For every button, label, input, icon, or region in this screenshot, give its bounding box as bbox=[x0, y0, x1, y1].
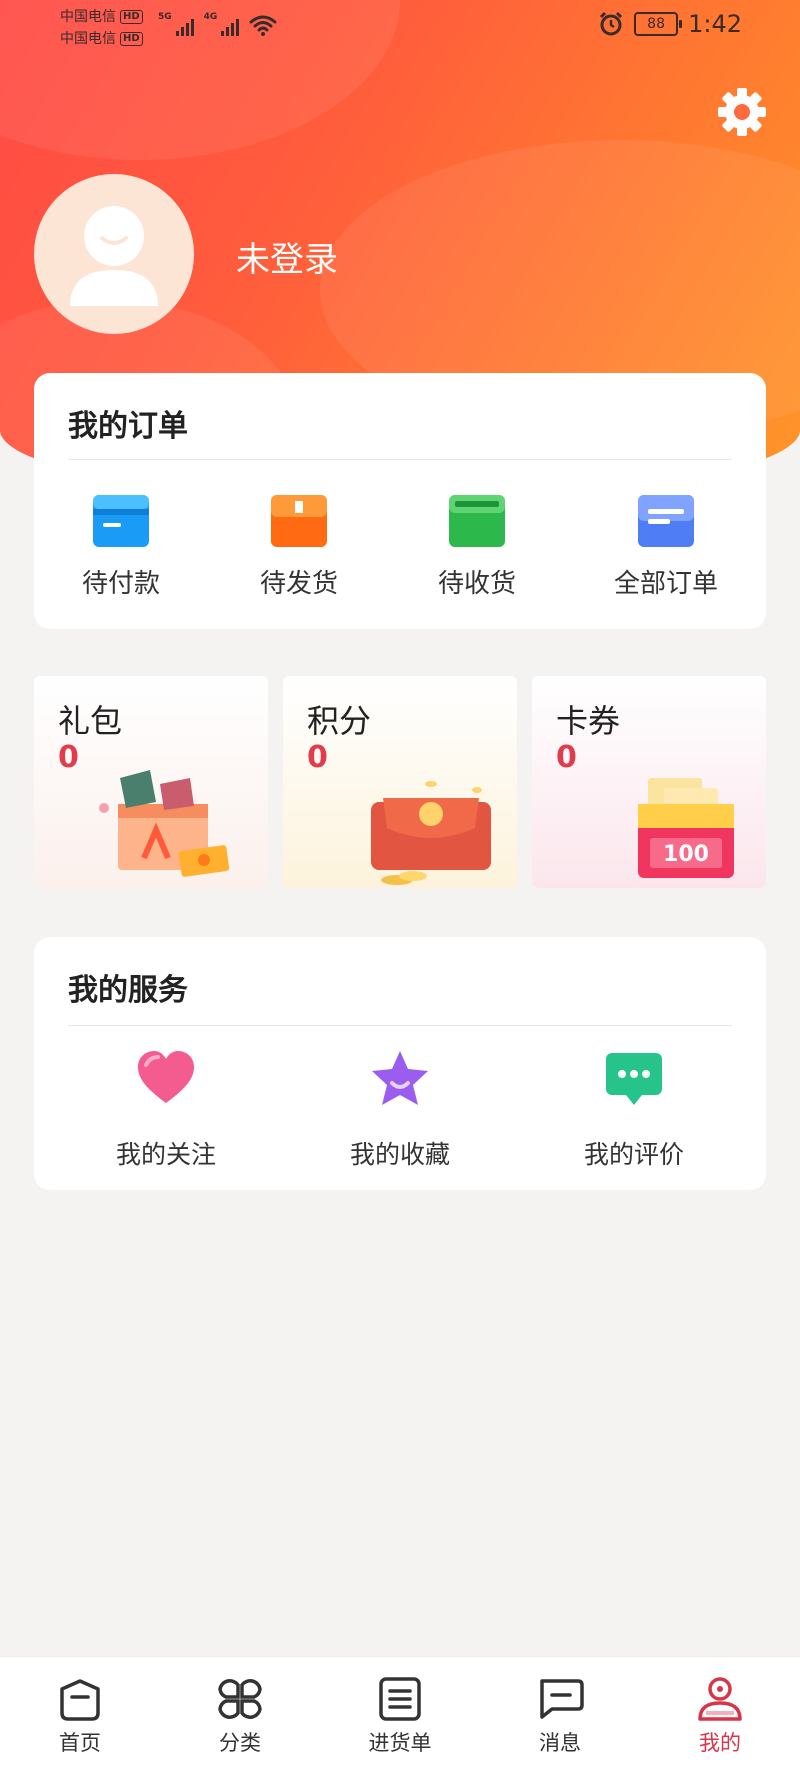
coupon-card[interactable]: 卡券 0 100 bbox=[532, 676, 766, 888]
login-status-text[interactable]: 未登录 bbox=[236, 232, 338, 281]
orders-title: 我的订单 bbox=[68, 409, 188, 444]
hd-badge: HD bbox=[120, 32, 143, 46]
box-icon bbox=[449, 493, 505, 549]
message-icon bbox=[540, 1679, 584, 1719]
gift-pack-card[interactable]: 礼包 0 bbox=[34, 676, 268, 888]
package-icon bbox=[271, 493, 327, 549]
promo-title: 礼包 bbox=[58, 702, 123, 740]
tab-home[interactable]: 首页 bbox=[20, 1675, 140, 1757]
carrier-label: 中国电信 bbox=[60, 31, 116, 47]
tab-purchase-list[interactable]: 进货单 bbox=[340, 1675, 460, 1757]
purchase-list-icon bbox=[379, 1677, 421, 1721]
hd-badge: HD bbox=[120, 10, 143, 24]
bottom-tab-bar: 首页 分类 进货单 消息 我的 bbox=[0, 1656, 800, 1779]
comment-icon bbox=[606, 1053, 662, 1105]
order-pending-payment[interactable]: 待付款 bbox=[41, 493, 201, 600]
carrier-label: 中国电信 bbox=[60, 9, 116, 25]
service-favorites[interactable]: 我的收藏 bbox=[300, 1049, 500, 1171]
promo-value: 0 bbox=[307, 740, 328, 775]
service-reviews[interactable]: 我的评价 bbox=[534, 1049, 734, 1171]
order-all[interactable]: 全部订单 bbox=[586, 493, 746, 600]
promo-title: 积分 bbox=[307, 702, 372, 740]
avatar[interactable] bbox=[34, 174, 194, 334]
my-orders-card: 我的订单 待付款 待发货 待收货 全部订单 bbox=[34, 373, 766, 629]
wifi-icon bbox=[249, 15, 277, 36]
promo-value: 0 bbox=[58, 740, 79, 775]
battery-indicator: 88 bbox=[634, 12, 683, 36]
order-pending-receipt[interactable]: 待收货 bbox=[397, 493, 557, 600]
status-bar: 中国电信 HD 中国电信 HD 5G 4G 88 1:42 bbox=[0, 0, 800, 54]
promo-title: 卡券 bbox=[556, 702, 621, 740]
category-icon bbox=[218, 1679, 262, 1719]
service-label: 我的评价 bbox=[583, 1140, 684, 1169]
signal-icon bbox=[175, 19, 194, 36]
heart-icon bbox=[138, 1051, 194, 1103]
network-type: 4G bbox=[203, 12, 218, 22]
service-following[interactable]: 我的关注 bbox=[66, 1049, 266, 1171]
tab-category[interactable]: 分类 bbox=[180, 1675, 300, 1757]
order-label: 待付款 bbox=[81, 569, 160, 599]
red-envelope-illustration bbox=[371, 781, 491, 885]
settings-gear-icon[interactable] bbox=[716, 86, 768, 138]
services-title: 我的服务 bbox=[68, 973, 188, 1008]
alarm-icon bbox=[600, 11, 623, 36]
wallet-icon bbox=[93, 493, 149, 549]
tab-messages[interactable]: 消息 bbox=[500, 1675, 620, 1757]
divider bbox=[68, 1025, 732, 1026]
order-label: 待发货 bbox=[259, 569, 338, 599]
points-card[interactable]: 积分 0 bbox=[283, 676, 517, 888]
order-label: 待收货 bbox=[437, 569, 516, 599]
service-label: 我的收藏 bbox=[349, 1140, 450, 1169]
my-services-card: 我的服务 我的关注 我的收藏 我的评价 bbox=[34, 937, 766, 1190]
order-pending-shipment[interactable]: 待发货 bbox=[219, 493, 379, 600]
clock: 1:42 bbox=[688, 10, 742, 38]
order-label: 全部订单 bbox=[613, 569, 718, 599]
tab-label: 消息 bbox=[539, 1731, 581, 1755]
gift-box-illustration bbox=[99, 770, 230, 877]
tab-label: 首页 bbox=[59, 1731, 101, 1755]
signal-icon bbox=[221, 19, 240, 36]
home-icon bbox=[60, 1679, 100, 1721]
list-icon bbox=[638, 493, 694, 549]
tab-label: 我的 bbox=[699, 1731, 741, 1755]
coupon-envelope-illustration: 100 bbox=[638, 778, 734, 878]
carrier-info: 中国电信 HD 中国电信 HD bbox=[60, 6, 143, 50]
divider bbox=[68, 459, 732, 460]
tab-profile[interactable]: 我的 bbox=[660, 1675, 780, 1757]
coupon-amount: 100 bbox=[663, 842, 709, 867]
signal-indicators: 5G 4G bbox=[158, 12, 277, 36]
network-type: 5G bbox=[158, 12, 172, 22]
service-label: 我的关注 bbox=[115, 1140, 216, 1169]
tab-label: 进货单 bbox=[368, 1731, 432, 1755]
star-icon bbox=[372, 1051, 428, 1105]
promo-value: 0 bbox=[556, 740, 577, 775]
default-avatar-icon bbox=[70, 206, 158, 306]
profile-icon bbox=[698, 1677, 742, 1721]
tab-label: 分类 bbox=[219, 1731, 261, 1755]
